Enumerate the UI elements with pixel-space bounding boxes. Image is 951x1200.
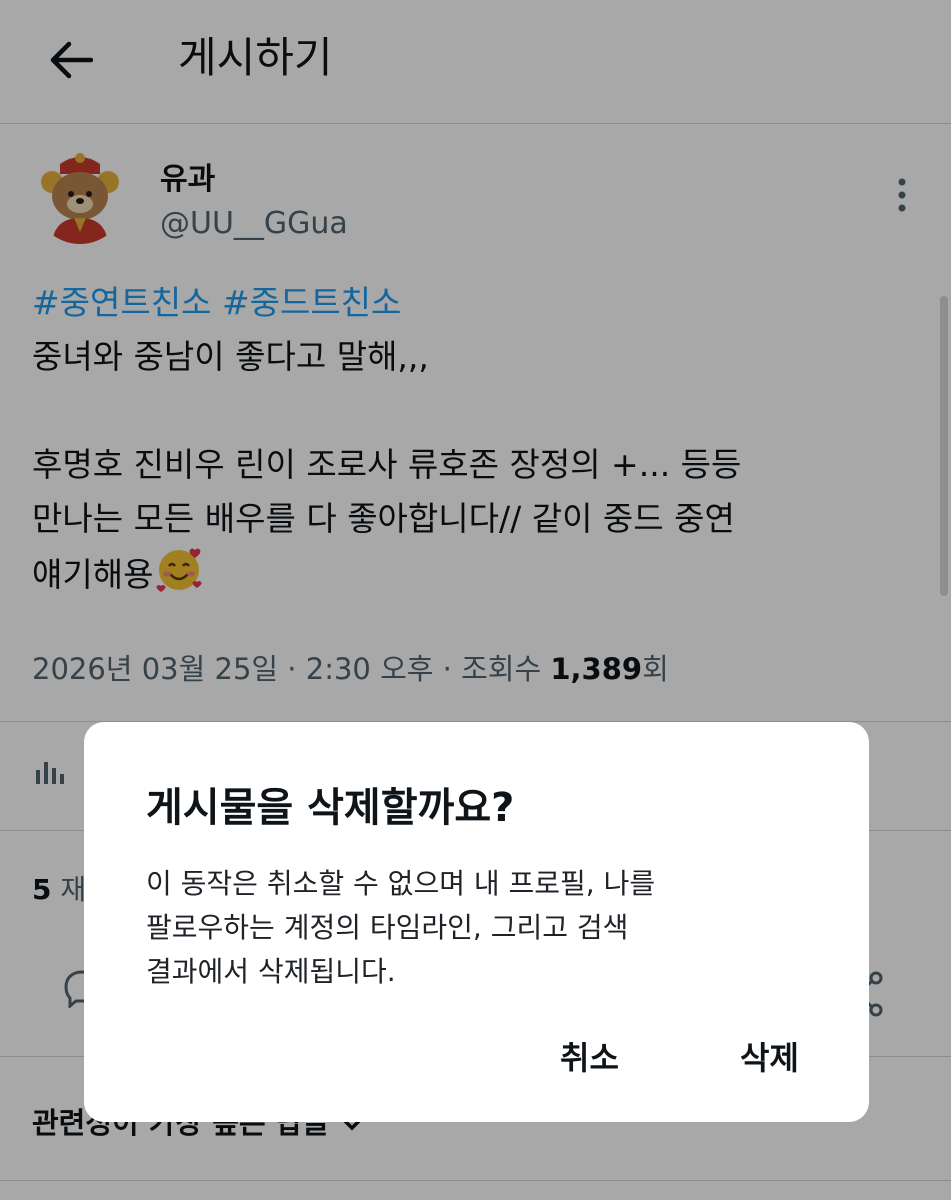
dialog-message: 이 동작은 취소할 수 없으며 내 프로필, 나를 팔로우하는 계정의 타임라인… <box>146 862 786 994</box>
dialog-message-line: 이 동작은 취소할 수 없으며 내 프로필, 나를 <box>146 867 656 900</box>
delete-button[interactable]: 삭제 <box>728 1034 811 1082</box>
delete-confirm-dialog: 게시물을 삭제할까요? 이 동작은 취소할 수 없으며 내 프로필, 나를 팔로… <box>84 722 869 1122</box>
cancel-button[interactable]: 취소 <box>548 1034 631 1082</box>
dialog-message-line: 결과에서 삭제됩니다. <box>146 955 396 988</box>
dialog-title: 게시물을 삭제할까요? <box>146 785 515 831</box>
dialog-message-line: 팔로우하는 계정의 타임라인, 그리고 검색 <box>146 911 629 944</box>
